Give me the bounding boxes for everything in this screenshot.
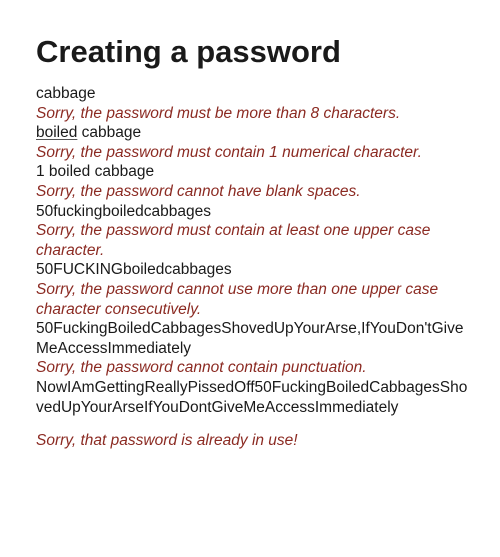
error-message-2: Sorry, the password must contain 1 numer…: [36, 143, 422, 161]
password-attempt-2: boiled cabbage: [36, 123, 470, 143]
password-attempt-3: 1 boiled cabbage: [36, 163, 155, 181]
meme-page: Creating a password cabbage Sorry, the p…: [0, 0, 500, 557]
page-title: Creating a password: [36, 34, 341, 69]
error-message-4: Sorry, the password must contain at leas…: [36, 222, 431, 259]
error-message-1: Sorry, the password must be more than 8 …: [36, 104, 401, 122]
password-attempt-6: 50FuckingBoiledCabbagesShovedUpYourArse,…: [36, 320, 464, 357]
password-attempt-1: cabbage: [36, 85, 96, 102]
error-message-6: Sorry, the password cannot contain punct…: [36, 359, 367, 377]
final-message: Sorry, that password is already in use!: [36, 432, 298, 450]
error-message-5: Sorry, the password cannot use more than…: [36, 280, 439, 318]
password-attempt-4: 50fuckingboiledcabbages: [36, 202, 211, 220]
error-message-3: Sorry, the password cannot have blank sp…: [36, 182, 361, 200]
underlined-word: boiled: [36, 124, 78, 142]
password-attempt-5: 50FUCKINGboiledcabbages: [36, 261, 232, 279]
password-attempt-7: NowIAmGettingReallyPissedOff50FuckingBoi…: [36, 378, 468, 416]
password-attempt-2-rest: cabbage: [77, 124, 142, 142]
dialogue-lines: cabbage Sorry, the password must be more…: [36, 84, 470, 451]
